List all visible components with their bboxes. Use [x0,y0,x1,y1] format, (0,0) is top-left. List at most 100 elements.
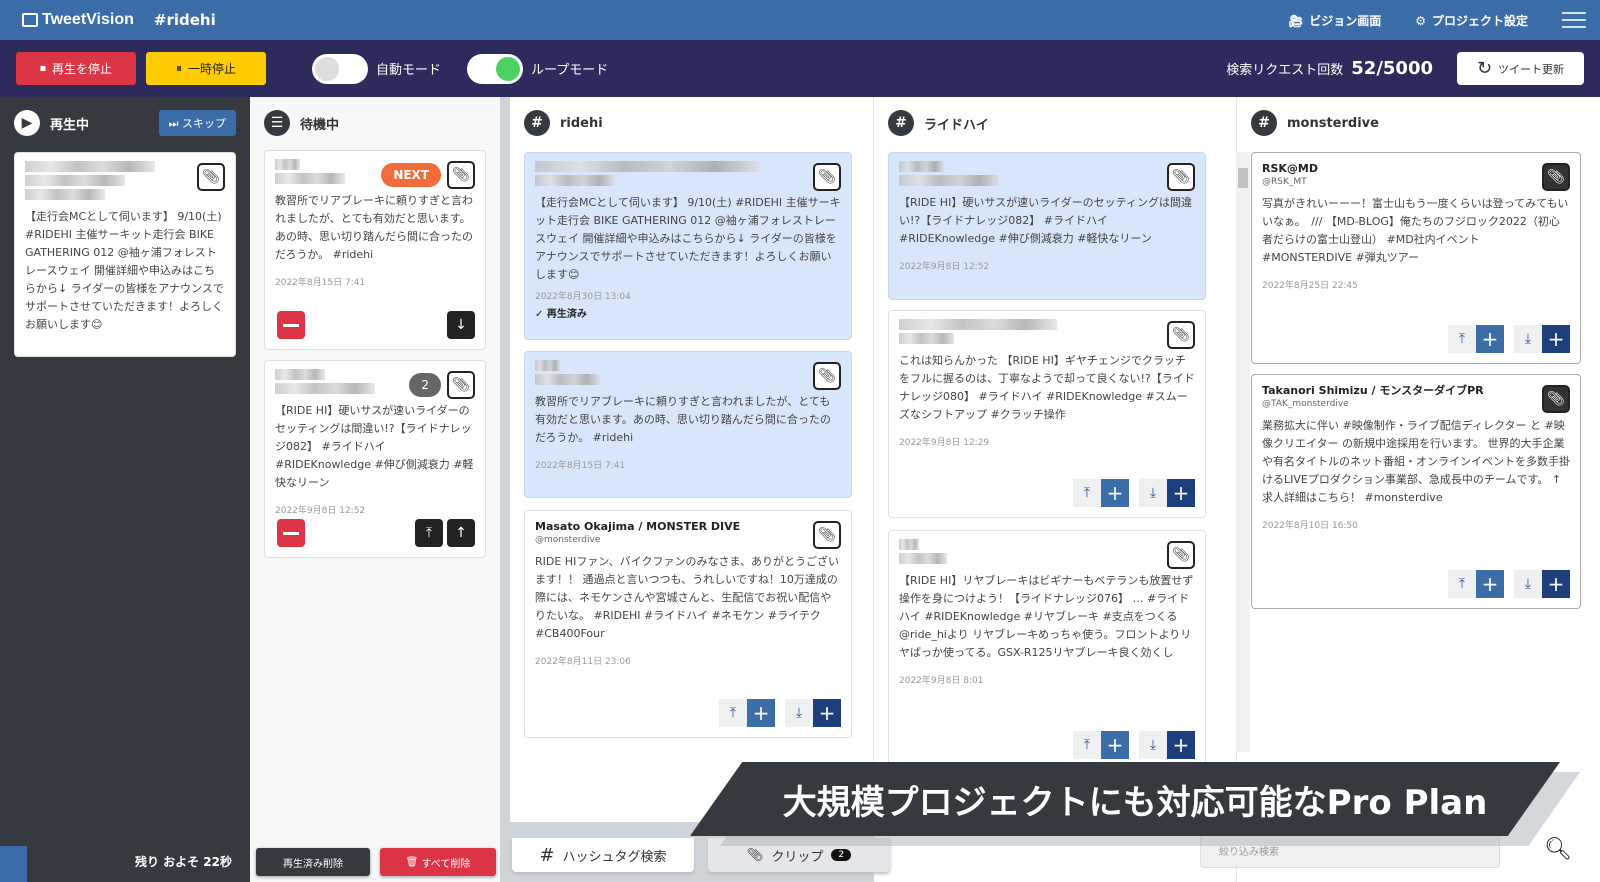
tweet-card[interactable]: 📎︎ これは知らんかった 【RIDE HI】ギヤチェンジでクラッチをフルに握るの… [888,310,1206,518]
insert-bottom-icon: ⤓ [785,699,813,727]
delete-all-label: すべて削除 [421,858,471,870]
clip-icon[interactable]: 📎︎ [813,521,841,549]
add-to-bottom-button[interactable]: + [813,699,841,727]
tweet-date: 2022年8月15日 7:41 [275,278,366,288]
clip-icon[interactable]: 📎︎ [1542,385,1570,413]
tweet-card[interactable]: Takanori Shimizu / モンスターダイブPR @TAK_monst… [1251,374,1581,609]
clip-icon[interactable]: 📎︎ [447,161,475,189]
add-to-bottom-button[interactable]: + [1167,479,1195,507]
skip-button[interactable]: ⏭ スキップ [158,110,236,136]
next-badge: NEXT [381,163,441,187]
toggle-knob [496,56,521,81]
toolbar: ⏹ 再生を停止 ⏸ 一時停止 自動モード ループモード 検索リクエスト回数 52/50… [0,40,1600,97]
tab-label: クリップ [771,849,824,865]
promo-banner-text: 大規模プロジェクトにも対応可能なPro Plan [782,782,1488,823]
column-divider[interactable] [500,97,510,882]
played-status: 再生済み [546,309,587,320]
clip-icon[interactable]: 📎︎ [1542,163,1570,191]
tweet-card[interactable]: RSK@MD @RSK_MT 📎︎ 写真がきれいーーー！富士山もう一度くらいは登… [1251,152,1581,364]
tweet-text: 【走行会MCとして伺います】 9/10(土) #RIDEHI 主催サーキット走行… [25,210,224,331]
filter-placeholder: 絞り込み検索 [1219,847,1279,858]
app-header: TweetVision #ridehi 🎥︎ ビジョン画面 ⚙ プロジェクト設定 [0,0,1600,40]
logo[interactable]: TweetVision [22,11,134,29]
tweet-card[interactable]: 📎︎ 【RIDE HI】硬いサスが速いライダーのセッティングは間違い!?【ライド… [888,152,1206,300]
hashtag-icon: # [539,844,555,866]
remaining-time-text: 残り およそ 22秒 [134,854,232,869]
refresh-label: ツイート更新 [1498,62,1565,76]
tweet-text: 教習所でリアブレーキに頼りすぎと言われましたが、とても有効だと思います。あの時、… [535,395,831,444]
move-to-top-button[interactable]: ⤒ [415,519,443,547]
blurred-handle [25,175,125,186]
stop-playback-button[interactable]: ⏹ 再生を停止 [16,52,136,85]
hashtag-icon: # [888,110,914,136]
tweet-date: 2022年9月8日 8:01 [899,676,984,686]
add-to-top-button[interactable]: + [1476,325,1504,353]
blurred-name [25,161,155,172]
column-title: ライドハイ [924,117,989,133]
search-icon[interactable]: 🔍︎ [1544,837,1572,862]
loop-mode-toggle[interactable] [467,53,524,84]
blurred-name [275,159,300,170]
insert-bottom-icon: ⤓ [1514,570,1542,598]
blurred-name [899,539,919,550]
tab-hashtag-search[interactable]: # ハッシュタグ検索 [512,838,694,872]
remove-button[interactable] [277,311,305,339]
add-to-top-button[interactable]: + [1101,479,1129,507]
add-to-bottom-button[interactable]: + [1542,570,1570,598]
vision-screen-link[interactable]: 🎥︎ ビジョン画面 [1288,12,1381,29]
pause-button[interactable]: ⏸ 一時停止 [146,52,266,85]
vision-screen-label: ビジョン画面 [1309,13,1382,28]
column-title: 再生中 [50,117,90,133]
move-down-button[interactable]: ↓ [447,311,475,339]
stop-label: 再生を停止 [52,62,113,76]
clip-icon[interactable]: 📎︎ [813,163,841,191]
author-handle: @monsterdive [535,535,601,545]
tweet-text: 【RIDE HI】リヤブレーキはビギナーもベテランも放置せず操作を身につけよう！… [899,574,1194,659]
tweet-card[interactable]: 📎︎ 【走行会MCとして伺います】 9/10(土) #RIDEHI 主催サーキッ… [524,152,852,340]
hamburger-menu-icon[interactable] [1562,12,1586,28]
tweet-text: 写真がきれいーーー！富士山もう一度くらいは登ってみてもいいなぁ。 /// 【MD… [1262,197,1569,264]
play-icon: ▶ [14,110,40,136]
tweet-card[interactable]: 📎︎ 教習所でリアブレーキに頼りすぎと言われましたが、とても有効だと思います。あ… [524,351,852,498]
move-up-button[interactable]: ↑ [447,519,475,547]
clip-icon[interactable]: 📎︎ [1167,163,1195,191]
author-name: Masato Okajima / MONSTER DIVE [535,520,741,533]
tweet-date: 2022年8月25日 22:45 [1262,281,1358,291]
remaining-time: 残り およそ 22秒 [0,840,250,882]
add-to-top-button[interactable]: + [1476,570,1504,598]
column-title: ridehi [560,115,603,131]
add-to-bottom-button[interactable]: + [1542,325,1570,353]
add-to-bottom-button[interactable]: + [1167,731,1195,759]
auto-mode-label: 自動モード [376,63,442,78]
delete-played-label: 再生済み削除 [283,858,343,870]
delete-played-button[interactable]: 再生済み削除 [256,848,370,876]
project-settings-link[interactable]: ⚙ プロジェクト設定 [1415,12,1528,29]
tweet-date: 2022年8月30日 13:04 [535,292,631,302]
tweet-date: 2022年9月8日 12:29 [899,438,990,448]
delete-all-button[interactable]: 🗑︎ すべて削除 [380,848,496,876]
request-counter: 検索リクエスト回数 52/5000 [1226,58,1433,79]
clip-icon[interactable]: 📎︎ [197,163,225,191]
blurred-handle [899,553,947,564]
project-name: #ridehi [153,11,216,29]
tweet-card[interactable]: Masato Okajima / MONSTER DIVE @monsterdi… [524,510,852,738]
clip-icon[interactable]: 📎︎ [813,362,841,390]
tweet-card[interactable]: 📎︎ 【RIDE HI】リヤブレーキはビギナーもベテランも放置せず操作を身につけ… [888,530,1206,770]
clip-icon[interactable]: 📎︎ [1167,321,1195,349]
logo-text: TweetVision [42,11,134,28]
remove-button[interactable] [277,519,305,547]
hashtag-icon: # [1251,110,1277,136]
refresh-tweets-button[interactable]: ↻ ツイート更新 [1457,52,1584,85]
blurred-name [275,369,325,380]
auto-mode-toggle[interactable] [312,53,368,84]
pause-label: 一時停止 [188,62,237,76]
blurred-name [535,161,760,172]
clip-icon[interactable]: 📎︎ [447,371,475,399]
clip-icon[interactable]: 📎︎ [1167,541,1195,569]
add-to-top-button[interactable]: + [1101,731,1129,759]
tweet-text: RIDE HIファン、バイクファンのみなさま、ありがとうございます！！ 通過点と… [535,555,839,640]
queued-tweet-card: NEXT 📎︎ 教習所でリアブレーキに頼りすぎと言われましたが、とても有効だと思… [264,150,486,350]
add-to-top-button[interactable]: + [747,699,775,727]
project-settings-label: プロジェクト設定 [1431,13,1528,28]
clip-icon: 📎︎ [746,847,764,863]
